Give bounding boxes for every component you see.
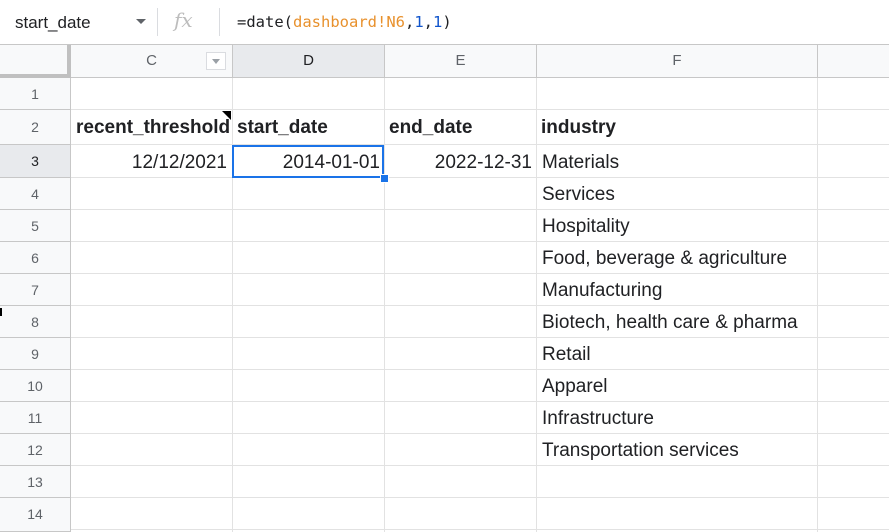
fill-handle[interactable] [380,174,389,183]
grid-line [71,305,889,306]
cell-f11[interactable]: Infrastructure [542,408,817,430]
grid-line [71,401,889,402]
formula-reference: dashboard!N6 [293,13,405,31]
row-header-3[interactable]: 3 [0,145,71,178]
name-box-value: start_date [15,13,91,32]
cell-f6[interactable]: Food, beverage & agriculture [542,248,817,270]
grid-line [71,241,889,242]
row-header-9[interactable]: 9 [0,338,71,370]
cell-c2[interactable]: recent_threshold [76,117,232,139]
fx-icon: fx [174,8,193,32]
formula-argument: 1 [433,13,443,31]
row-header-2[interactable]: 2 [0,110,71,145]
grid-line [71,465,889,466]
divider [157,8,158,36]
row-header-14[interactable]: 14 [0,498,71,532]
row-header-13[interactable]: 13 [0,466,71,498]
row-header-1[interactable]: 1 [0,78,71,110]
column-header-d[interactable]: D [233,45,385,78]
name-box[interactable]: start_date [0,0,157,45]
row-header-10[interactable]: 10 [0,370,71,402]
cell-f8[interactable]: Biotech, health care & pharma [542,312,817,334]
cell-f7[interactable]: Manufacturing [542,280,817,302]
cell-f9[interactable]: Retail [542,344,817,366]
column-header-e[interactable]: E [385,45,537,78]
cell-d2[interactable]: start_date [237,117,383,139]
formula-separator: , [423,13,434,31]
cell-e3[interactable]: 2022-12-31 [385,152,532,174]
grid-line [71,497,889,498]
select-all-corner[interactable] [0,45,71,78]
grid-line [71,144,889,145]
cell-f10[interactable]: Apparel [542,376,817,398]
cell-f12[interactable]: Transportation services [542,440,817,462]
formula-prefix: =date( [237,13,293,31]
column-header-f[interactable]: F [537,45,818,78]
formula-suffix: ) [442,13,452,31]
row-header-6[interactable]: 6 [0,242,71,274]
grid-line [71,273,889,274]
grid-line [71,369,889,370]
row-header-8[interactable]: 8 [0,306,71,338]
chevron-down-icon[interactable] [136,19,146,24]
grid-line [71,109,889,110]
grid-line [71,209,889,210]
formula-argument: 1 [414,13,424,31]
row-header-4[interactable]: 4 [0,178,71,210]
cell-e2[interactable]: end_date [389,117,535,139]
row-header-5[interactable]: 5 [0,210,71,242]
cell-f4[interactable]: Services [542,184,817,206]
column-header-g[interactable] [818,45,889,78]
formula-separator: , [404,13,415,31]
selected-cell-border [232,145,384,178]
grid-line [71,177,889,178]
grid-line [71,529,889,530]
row-header-12[interactable]: 12 [0,434,71,466]
grid-line [71,433,889,434]
formula-input[interactable]: =date(dashboard!N6,1,1) [237,13,452,31]
grid-line [71,337,889,338]
divider [219,8,220,36]
cursor-marker [0,308,2,316]
formula-bar: start_date fx =date(dashboard!N6,1,1) [0,0,889,45]
cell-f3[interactable]: Materials [542,152,817,174]
row-header-11[interactable]: 11 [0,402,71,434]
cell-f5[interactable]: Hospitality [542,216,817,238]
cell-c3[interactable]: 12/12/2021 [72,152,227,174]
row-header-7[interactable]: 7 [0,274,71,306]
cell-f2[interactable]: industry [541,117,816,139]
note-indicator-icon [222,111,231,120]
filter-dropdown-icon[interactable] [206,52,226,70]
